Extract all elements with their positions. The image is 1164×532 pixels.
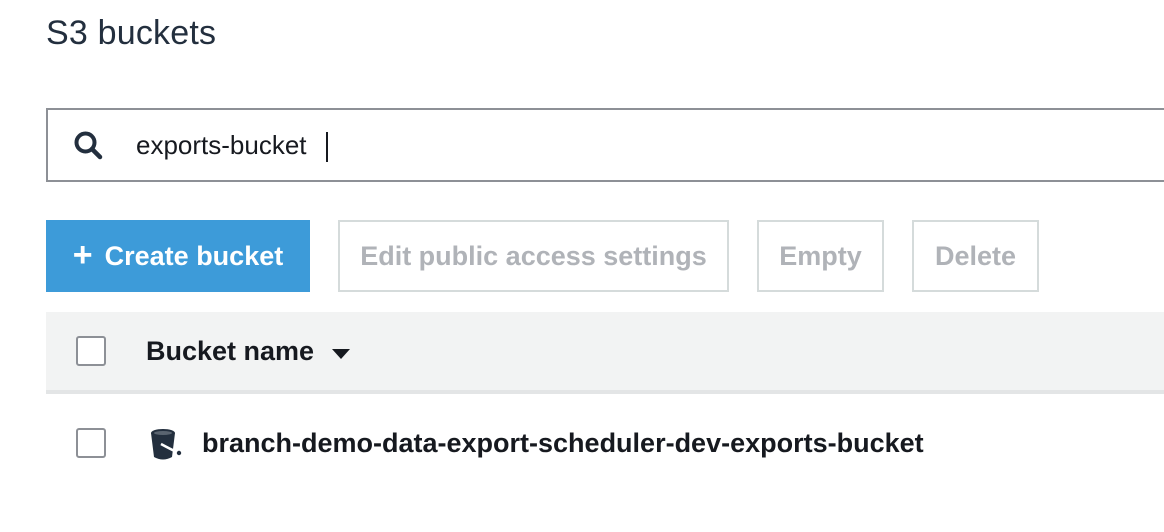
empty-label: Empty [779,240,862,271]
row-checkbox[interactable] [76,428,106,458]
plus-icon: + [72,235,93,274]
search-input[interactable] [136,129,836,161]
bucket-name-link[interactable]: branch-demo-data-export-scheduler-dev-ex… [202,428,924,459]
select-all-checkbox[interactable] [76,336,106,366]
column-header-label: Bucket name [146,336,315,366]
text-caret [326,132,328,162]
s3-buckets-page: S3 buckets + Create bucket Edit public a… [0,0,1164,532]
bucket-icon [148,428,182,462]
empty-button[interactable]: Empty [757,220,884,292]
edit-public-access-button[interactable]: Edit public access settings [338,220,729,292]
search-box[interactable] [46,108,1164,182]
edit-public-access-label: Edit public access settings [360,240,707,271]
table-row[interactable]: branch-demo-data-export-scheduler-dev-ex… [46,394,1164,494]
create-bucket-label: Create bucket [104,240,284,271]
create-bucket-button[interactable]: + Create bucket [46,220,310,292]
column-header-bucket-name[interactable]: Bucket name [146,336,351,367]
delete-button[interactable]: Delete [912,220,1039,292]
table-header: Bucket name [46,312,1164,394]
page-title: S3 buckets [46,14,217,52]
sort-down-icon [332,348,351,359]
search-icon [70,127,106,163]
delete-label: Delete [934,240,1017,271]
